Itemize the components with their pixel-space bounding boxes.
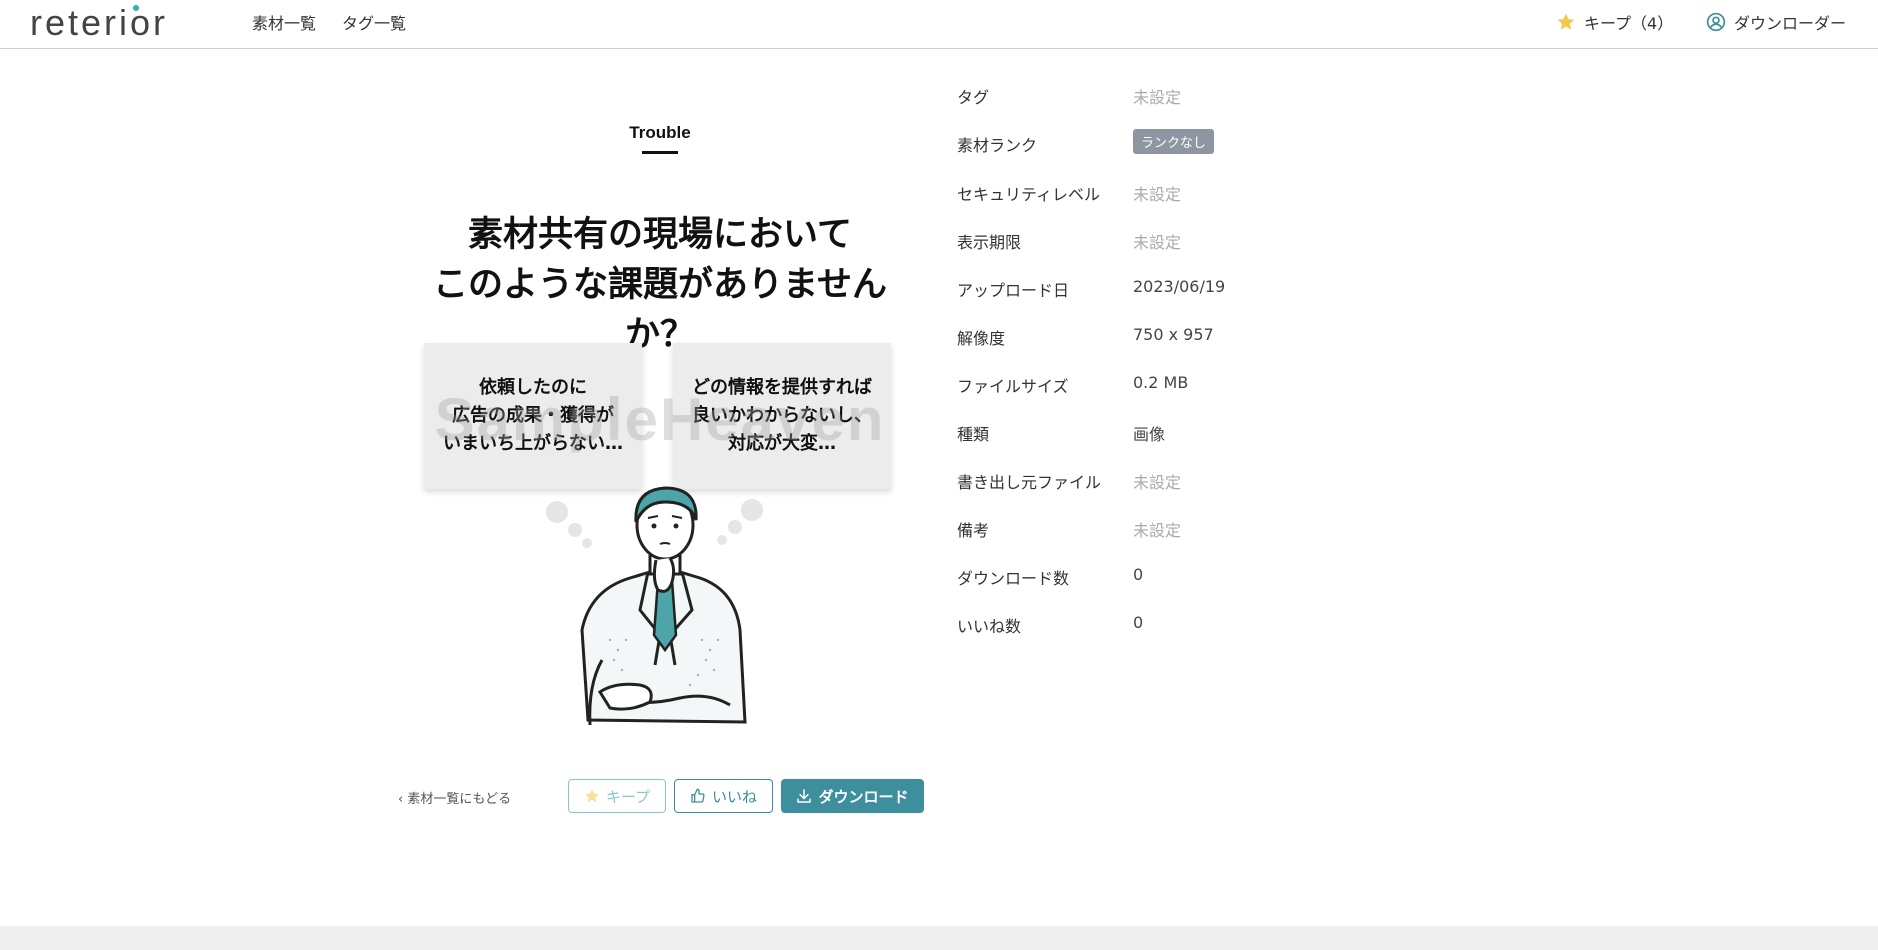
- meta-row-filesize: ファイルサイズ 0.2 MB: [957, 373, 1457, 397]
- meta-value-notes: 未設定: [1133, 521, 1182, 540]
- meta-row-upload-date: アップロード日 2023/06/19: [957, 277, 1457, 301]
- keep-count-label: キープ（4）: [1584, 14, 1674, 33]
- download-button[interactable]: ダウンロード: [781, 779, 924, 813]
- watermark: SampleHeaven: [434, 386, 886, 453]
- chevron-left-icon: ‹: [398, 792, 408, 807]
- preview-section-label: Trouble: [629, 123, 691, 142]
- back-link-label: 素材一覧にもどる: [407, 792, 512, 807]
- meta-label-filesize: ファイルサイズ: [957, 377, 1069, 396]
- meta-row-source-file: 書き出し元ファイル 未設定: [957, 469, 1457, 493]
- meta-row-like-count: いいね数 0: [957, 613, 1457, 637]
- meta-label-security: セキュリティレベル: [957, 185, 1101, 204]
- meta-label-like-count: いいね数: [957, 617, 1022, 636]
- rank-badge: ランクなし: [1133, 129, 1215, 154]
- meta-row-security: セキュリティレベル 未設定: [957, 181, 1457, 205]
- meta-row-display-limit: 表示期限 未設定: [957, 229, 1457, 253]
- meta-value-upload-date: 2023/06/19: [1133, 277, 1226, 296]
- preview-label-underline: [642, 151, 678, 154]
- nav-tag-list[interactable]: タグ一覧: [342, 10, 406, 34]
- meta-value-like-count: 0: [1133, 613, 1144, 632]
- material-preview: Trouble 素材共有の現場において このような課題がありませんか？ 依頼した…: [400, 105, 920, 745]
- logo[interactable]: reterior: [30, 2, 168, 44]
- top-header: reterior 素材一覧 タグ一覧 キープ（4） ダウンローダー: [0, 0, 1878, 49]
- like-button[interactable]: いいね: [674, 779, 773, 813]
- meta-value-security: 未設定: [1133, 185, 1182, 204]
- like-button-label: いいね: [711, 787, 757, 806]
- meta-label-source-file: 書き出し元ファイル: [957, 473, 1102, 492]
- meta-value-resolution: 750 x 957: [1133, 325, 1214, 344]
- back-to-list-link[interactable]: ‹ 素材一覧にもどる: [398, 788, 511, 807]
- keep-button-label: キープ: [605, 787, 651, 806]
- meta-row-tag: タグ 未設定: [957, 84, 1457, 108]
- meta-label-resolution: 解像度: [957, 329, 1006, 348]
- meta-label-rank: 素材ランク: [957, 136, 1038, 155]
- keep-link[interactable]: キープ（4）: [1556, 10, 1673, 34]
- footer: [0, 926, 1878, 950]
- preview-headline: 素材共有の現場において このような課題がありませんか？: [400, 210, 920, 360]
- meta-value-source-file: 未設定: [1133, 473, 1182, 492]
- thinking-man-illustration: [546, 486, 763, 726]
- meta-row-type: 種類 画像: [957, 421, 1457, 445]
- meta-value-type: 画像: [1133, 425, 1166, 444]
- keep-button[interactable]: キープ: [568, 779, 666, 813]
- thumbs-up-icon: [691, 788, 705, 803]
- meta-value-filesize: 0.2 MB: [1133, 373, 1189, 392]
- meta-row-notes: 備考 未設定: [957, 517, 1457, 541]
- download-button-label: ダウンロード: [818, 787, 909, 806]
- user-icon: [1706, 12, 1726, 32]
- user-name: ダウンローダー: [1734, 14, 1847, 33]
- meta-label-upload-date: アップロード日: [957, 281, 1070, 300]
- meta-value-tag: 未設定: [1133, 88, 1182, 107]
- meta-label-type: 種類: [957, 425, 990, 444]
- meta-label-display-limit: 表示期限: [957, 233, 1022, 252]
- star-icon: [585, 789, 599, 803]
- meta-label-tag: タグ: [957, 88, 990, 107]
- nav-material-list[interactable]: 素材一覧: [252, 10, 316, 34]
- meta-label-notes: 備考: [957, 521, 990, 540]
- star-icon: [1557, 13, 1575, 30]
- user-menu[interactable]: ダウンローダー: [1706, 10, 1846, 34]
- download-icon: [797, 789, 812, 803]
- meta-row-download-count: ダウンロード数 0: [957, 565, 1457, 589]
- logo-dot: [133, 5, 139, 11]
- meta-label-download-count: ダウンロード数: [957, 569, 1070, 588]
- meta-row-rank: 素材ランク ランクなし: [957, 129, 1457, 156]
- meta-value-display-limit: 未設定: [1133, 233, 1182, 252]
- meta-row-resolution: 解像度 750 x 957: [957, 325, 1457, 349]
- headline-line-1: 素材共有の現場において: [468, 215, 852, 255]
- meta-value-download-count: 0: [1133, 565, 1144, 584]
